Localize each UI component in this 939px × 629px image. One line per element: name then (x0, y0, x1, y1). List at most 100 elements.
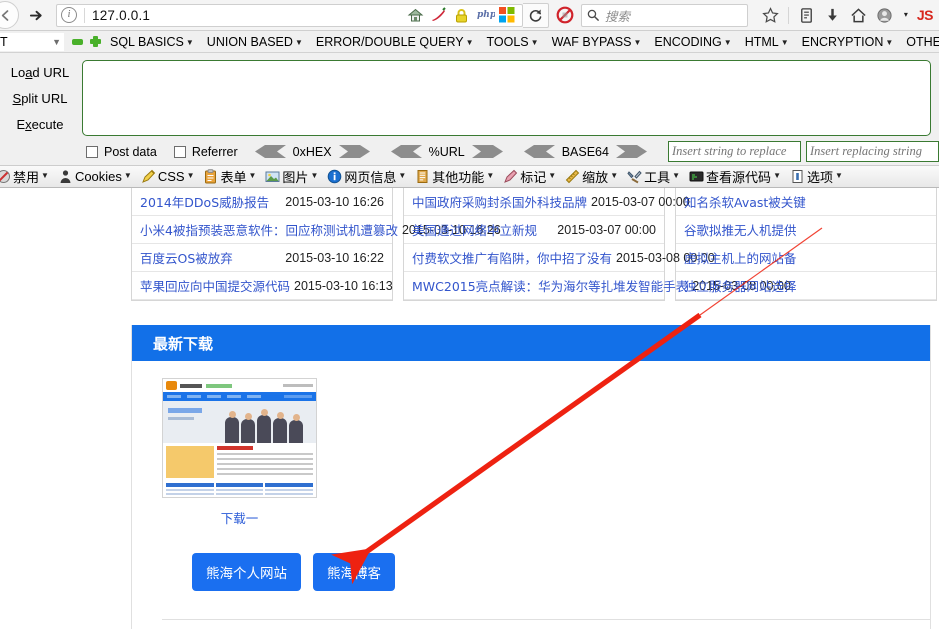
news-link[interactable]: 苹果回应向中国提交源代码 (140, 276, 290, 295)
downloads-icon[interactable] (824, 7, 841, 24)
encode-right-arrow-icon[interactable] (472, 145, 503, 158)
decode-left-arrow-icon[interactable] (255, 145, 286, 158)
news-row[interactable]: 独立服务器网站选择 (676, 272, 936, 300)
hackbar-menu-union-based[interactable]: UNION BASED▼ (207, 35, 303, 49)
devbar-item-tools[interactable]: 工具▼ (627, 167, 680, 186)
site-link-buttons: 熊海个人网站 熊海博客 (192, 553, 930, 591)
devbar-item-view-source[interactable]: 查看源代码▼ (689, 167, 781, 186)
download-caption[interactable]: 下载一 (162, 498, 317, 527)
download-thumbnail[interactable] (162, 378, 317, 498)
hackbar-menu-other[interactable]: OTHER▼ (906, 35, 939, 49)
windows-addon-icon[interactable] (499, 7, 516, 24)
devbar-item-cookies[interactable]: Cookies▼ (58, 169, 132, 184)
news-row[interactable]: 2014年DDoS威胁报告 2015-03-10 16:26 (132, 188, 392, 216)
bookmark-star-icon[interactable] (762, 7, 779, 24)
account-icon[interactable] (876, 7, 893, 24)
news-row[interactable]: 付费软文推广有陷阱，你中招了没有 2015-03-08 00:00 (404, 244, 664, 272)
devbar-label: 表单 (220, 167, 246, 186)
news-link[interactable]: 2014年DDoS威胁报告 (140, 192, 269, 211)
css-pencil-icon (141, 169, 156, 184)
info-icon[interactable]: i (61, 7, 77, 23)
search-input[interactable]: 搜索 (581, 4, 748, 27)
devbar-item-css[interactable]: CSS▼ (141, 169, 195, 184)
download-item[interactable]: 下载一 (162, 378, 317, 527)
news-row[interactable]: 小米4被指预装恶意软件：回应称测试机遭篡改 2015-03-10 16:26 (132, 216, 392, 244)
news-row[interactable]: 中国政府采购封杀国外科技品牌 2015-03-07 00:00 (404, 188, 664, 216)
execute-button[interactable]: Execute (17, 112, 64, 138)
news-row[interactable]: 苹果回应向中国提交源代码 2015-03-10 16:13 (132, 272, 392, 300)
news-link[interactable]: 独立服务器网站选择 (684, 276, 797, 295)
news-link[interactable]: MWC2015亮点解读：华为海尔等扎堆发智能手表 (412, 276, 688, 295)
news-link[interactable]: 美国通过网络中立新规 (412, 220, 537, 239)
replace-string-input[interactable] (668, 141, 801, 162)
hackbar-preset-select[interactable]: T ▼ (0, 33, 64, 51)
news-row[interactable]: 知名杀软Avast被关键 (676, 188, 936, 216)
thumb-col-head (216, 483, 264, 487)
reload-glyph (528, 8, 543, 23)
hackbar-menu-waf-bypass[interactable]: WAF BYPASS▼ (552, 35, 642, 49)
hackbar-url-textarea[interactable] (82, 60, 931, 136)
news-row[interactable]: 谷歌拟推无人机提供 (676, 216, 936, 244)
hackbar-menu-sql-basics[interactable]: SQL BASICS▼ (110, 35, 194, 49)
minus-icon[interactable] (72, 39, 83, 45)
devbar-item-misc[interactable]: 其他功能▼ (415, 167, 494, 186)
library-icon[interactable] (798, 7, 815, 24)
news-row[interactable]: 百度云OS被放弃 2015-03-10 16:22 (132, 244, 392, 272)
noscript-blocked-icon[interactable] (552, 6, 578, 24)
encode-right-arrow-icon[interactable] (339, 145, 370, 158)
decode-left-arrow-icon[interactable] (391, 145, 422, 158)
lock-addon-icon[interactable] (453, 7, 470, 24)
js-badge[interactable]: JS (917, 7, 933, 23)
devbar-item-options[interactable]: 选项▼ (790, 167, 843, 186)
encode-right-arrow-icon[interactable] (616, 145, 647, 158)
devbar-item-resize[interactable]: 缩放▼ (565, 167, 618, 186)
news-link[interactable]: 知名杀软Avast被关键 (684, 192, 806, 211)
decode-left-arrow-icon[interactable] (524, 145, 555, 158)
devbar-item-page-info[interactable]: 网页信息▼ (327, 167, 406, 186)
forward-arrow-icon[interactable] (23, 2, 49, 28)
reload-icon[interactable] (523, 3, 549, 28)
back-arrow-icon[interactable] (0, 1, 19, 29)
news-row[interactable]: 美国通过网络中立新规 2015-03-07 00:00 (404, 216, 664, 244)
news-date: 2015-03-10 16:26 (285, 195, 384, 209)
home-addon-icon[interactable] (407, 7, 424, 24)
devbar-item-disable[interactable]: 禁用▼ (0, 167, 49, 186)
hackbar-menu-encoding[interactable]: ENCODING▼ (654, 35, 731, 49)
hackbar-menu-tools[interactable]: TOOLS▼ (487, 35, 539, 49)
hackbar-menu-encryption[interactable]: ENCRYPTION▼ (802, 35, 894, 49)
miscellaneous-icon (415, 169, 430, 184)
checkbox-box (174, 146, 186, 158)
thumb-person (257, 415, 271, 443)
devbar-item-outline[interactable]: 标记▼ (503, 167, 556, 186)
hackbar-menu-error-double-query[interactable]: ERROR/DOUBLE QUERY▼ (316, 35, 474, 49)
news-link[interactable]: 中国政府采购封杀国外科技品牌 (412, 192, 587, 211)
news-link[interactable]: 谷歌拟推无人机提供 (684, 220, 797, 239)
news-row[interactable]: 虚拟主机上的网站备 (676, 244, 936, 272)
pepper-addon-icon[interactable] (430, 7, 447, 24)
thumb-col-head (166, 483, 214, 487)
split-url-button[interactable]: Split URL (13, 86, 68, 112)
devbar-item-images[interactable]: 图片▼ (265, 167, 318, 186)
blog-button[interactable]: 熊海博客 (313, 553, 395, 591)
news-link[interactable]: 小米4被指预装恶意软件：回应称测试机遭篡改 (140, 220, 398, 239)
thumb-article-line (217, 473, 313, 476)
replacing-string-input[interactable] (806, 141, 939, 162)
post-data-checkbox[interactable]: Post data (86, 145, 157, 159)
thumb-column (216, 483, 264, 497)
hackbar-menu-html[interactable]: HTML▼ (745, 35, 789, 49)
devbar-item-forms[interactable]: 表单▼ (203, 167, 256, 186)
load-url-button[interactable]: Load URL (11, 60, 70, 86)
menu-label: SQL BASICS (110, 35, 184, 49)
news-link[interactable]: 付费软文推广有陷阱，你中招了没有 (412, 248, 612, 267)
news-row[interactable]: MWC2015亮点解读：华为海尔等扎堆发智能手表 2015-03-08 00:0… (404, 272, 664, 300)
news-link[interactable]: 百度云OS被放弃 (140, 248, 233, 267)
personal-site-button[interactable]: 熊海个人网站 (192, 553, 301, 591)
url-bar[interactable]: i 127.0.0.1 php (56, 4, 523, 27)
chevron-down-icon[interactable]: ▾ (904, 10, 908, 19)
plus-icon[interactable] (90, 36, 101, 47)
news-link[interactable]: 虚拟主机上的网站备 (684, 248, 797, 267)
home-icon[interactable] (850, 7, 867, 24)
referrer-checkbox[interactable]: Referrer (174, 145, 238, 159)
chevron-down-icon: ▼ (610, 171, 618, 180)
php-addon-icon[interactable]: php (476, 7, 493, 24)
